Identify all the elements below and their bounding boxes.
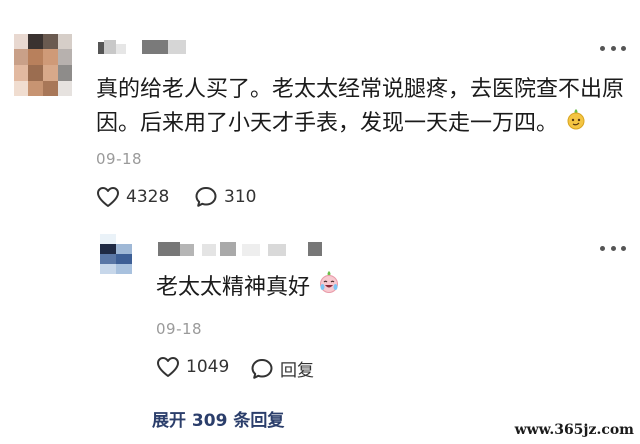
watermark: www.365jz.com (514, 422, 634, 438)
avatar-pixel (14, 34, 28, 49)
comment-text-line2-content: 因。后来用了小天才手表，发现一天走一万四。 (96, 111, 559, 136)
blur-block (168, 40, 186, 54)
avatar-pixel (28, 49, 43, 65)
dot (621, 45, 626, 51)
reply-like-button[interactable]: 1049 (156, 356, 229, 378)
dot (610, 245, 616, 251)
heart-icon (97, 187, 119, 207)
avatar-pixel (28, 34, 43, 49)
dot (621, 245, 626, 251)
avatar-pixel (100, 244, 116, 254)
dot (600, 45, 605, 51)
comment-text-line1: 真的给老人买了。老太太经常说腿疼，去医院查不出原 (96, 77, 625, 102)
blur-block (242, 244, 260, 256)
comment-reply-count: 310 (224, 187, 257, 207)
reply-time: 09-18 (156, 320, 203, 338)
reply-like-count: 1049 (186, 357, 230, 377)
crying-laughing-emoji-icon (317, 270, 341, 306)
comment-text-line2: 因。后来用了小天才手表，发现一天走一万四。 (96, 106, 587, 142)
reply-reply-button[interactable]: 回复 (250, 356, 314, 381)
comment-avatar[interactable] (14, 34, 72, 96)
avatar-pixel (43, 81, 58, 96)
blur-block (268, 244, 286, 256)
comment-username[interactable] (98, 36, 188, 56)
avatar-pixel (43, 34, 58, 49)
reply-text-content: 老太太精神真好 (156, 275, 311, 300)
avatar-pixel (100, 254, 116, 264)
comment-time: 09-18 (96, 150, 143, 168)
avatar-pixel (14, 65, 28, 81)
dot (600, 245, 605, 251)
avatar-pixel (14, 81, 28, 96)
avatar-pixel (100, 264, 116, 274)
blur-block (104, 40, 116, 54)
reply-text: 老太太精神真好 (156, 270, 341, 306)
heart-icon (157, 357, 179, 377)
comment-bubble-icon (251, 358, 273, 379)
dot (610, 45, 616, 51)
smirk-emoji-icon (565, 106, 587, 142)
expand-replies-link[interactable]: 展开 309 条回复 (152, 406, 284, 431)
blur-block (202, 244, 216, 256)
avatar-pixel (28, 65, 43, 81)
blur-block (158, 242, 180, 256)
comment-bubble-icon (195, 187, 217, 207)
blur-block (220, 242, 236, 256)
comment-like-button[interactable]: 4328 (96, 186, 169, 208)
blur-block (308, 242, 322, 256)
comment-reply-button[interactable]: 310 (194, 186, 256, 208)
avatar-pixel (116, 234, 132, 244)
avatar-pixel (116, 254, 132, 264)
reply-avatar[interactable] (100, 234, 132, 274)
avatar-pixel (43, 65, 58, 81)
avatar-pixel (28, 81, 43, 96)
avatar-pixel (116, 244, 132, 254)
avatar-pixel (58, 81, 72, 96)
avatar-pixel (43, 49, 58, 65)
avatar-pixel (58, 34, 72, 49)
blur-block (116, 44, 126, 54)
avatar-pixel (116, 264, 132, 274)
comment-more-button[interactable] (600, 44, 626, 52)
comment-like-count: 4328 (126, 187, 170, 207)
reply-more-button[interactable] (600, 244, 626, 252)
reply-reply-label: 回复 (280, 361, 314, 381)
blur-block (180, 244, 194, 256)
avatar-pixel (100, 234, 116, 244)
reply-username[interactable] (158, 240, 328, 258)
avatar-pixel (58, 65, 72, 81)
avatar-pixel (14, 49, 28, 65)
blur-block (142, 40, 168, 54)
avatar-pixel (58, 49, 72, 65)
